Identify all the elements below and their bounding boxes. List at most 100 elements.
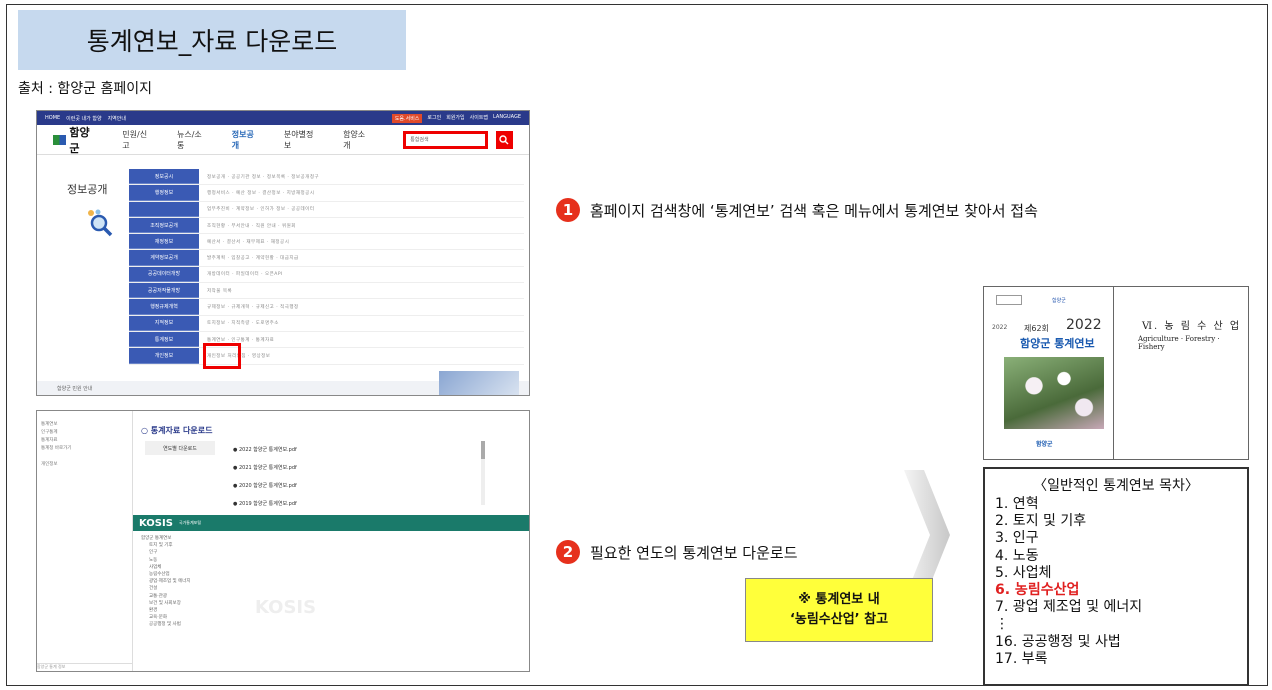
tree-item[interactable]: 교통·관광 [141, 593, 191, 600]
nav-item[interactable]: 민원/신고 [122, 129, 153, 151]
tree-item[interactable]: 건설 [141, 585, 191, 592]
site-logo[interactable]: 함양군 [53, 124, 98, 156]
cover-photo [1004, 357, 1104, 429]
tree-item[interactable]: 교육·문화 [141, 614, 191, 621]
menu-row[interactable]: 정보공시 정보공개 · 공공기관 정보 · 정보목록 · 정보공개청구 [129, 169, 524, 186]
toc-title: 〈일반적인 통계연보 목차〉 [1033, 478, 1199, 494]
cover-year: 2022 [1066, 317, 1102, 333]
left-menu-item[interactable]: 인구통계 [41, 429, 128, 437]
scrollbar[interactable] [481, 441, 485, 505]
cover-vertical-year: 2022 [992, 324, 1008, 331]
note-line-1: ※ 통계연보 내 [798, 592, 880, 607]
kosis-tree: 함양군 통계연보 토지 및 기후 인구 노동 사업체 농림수산업 광업·제조업 … [141, 535, 191, 629]
menu-row[interactable]: 재정정보 예산서 · 결산서 · 재무제표 · 재정공시 [129, 234, 524, 251]
step-number-badge: 2 [556, 540, 580, 564]
step-2: 2 필요한 연도의 통계연보 다운로드 [556, 540, 798, 564]
download-screenshot: 통계연보 인구통계 통계자료 통계청 바로가기 개인정보 ○ 통계자료 다운로드… [36, 410, 530, 672]
left-menu-item[interactable]: 통계청 바로가기 [41, 445, 128, 453]
tree-item[interactable]: 함양군 통계연보 [141, 535, 191, 542]
topbar-link[interactable]: 도움.서비스 [391, 113, 423, 123]
note-line-2: ‘농림수산업’ 참고 [789, 612, 889, 627]
info-menu: 정보공시 정보공개 · 공공기관 정보 · 정보목록 · 정보공개청구 행정정보 행… [129, 169, 524, 365]
toc-item: 2. 토지 및 기후 [995, 513, 1087, 530]
cover-edition: 제62회 [1024, 324, 1049, 333]
topbar-link[interactable]: HOME [45, 115, 60, 121]
homepage-nav: 함양군 민원/신고 뉴스/소통 정보공개 분야별정보 함양소개 통합검색 [37, 125, 529, 155]
banner-image [439, 371, 519, 395]
cover-publisher: 함양군 [1052, 298, 1066, 304]
toc-item: 16. 공공행정 및 사법 [995, 633, 1121, 650]
toc-item: 1. 연혁 [995, 496, 1039, 512]
chapter-page: Ⅵ. 농 림 수 산 업 Agriculture · Forestry · Fi… [1114, 287, 1248, 459]
menu-row[interactable]: 개인정보 개인정보 처리방침 · 영상정보 [129, 348, 524, 365]
left-menu: 통계연보 인구통계 통계자료 통계청 바로가기 개인정보 [37, 411, 133, 671]
menu-row[interactable]: 행정규제개혁 규제정보 · 규제개혁 · 규제신고 · 적극행정 [129, 299, 524, 316]
file-link[interactable]: ● 2020 함양군 통계연보.pdf [233, 477, 297, 495]
menu-row[interactable]: 공공저작물개방 저작물 목록 [129, 283, 524, 300]
tree-item[interactable]: 광업·제조업 및 에너지 [141, 578, 191, 585]
topbar-link[interactable]: 지역안내 [108, 115, 126, 122]
tree-item[interactable]: 공공행정 및 사법 [141, 621, 191, 628]
menu-row[interactable]: 행정정보 행정서비스 · 예산 정보 · 결산정보 · 지방재정공시 [129, 185, 524, 202]
search-input[interactable]: 통합검색 [403, 130, 488, 149]
tree-item[interactable]: 인구 [141, 549, 191, 556]
menu-row[interactable]: 통계정보 통계연보 · 인구통계 · 통계자료 [129, 331, 524, 349]
logo-icon [53, 134, 67, 145]
page-footer: 함양군 통계 정보 [37, 663, 133, 671]
book-cover: 함양군 2022 제62회 2022 함양군 통계연보 함양군 [984, 287, 1114, 459]
cover-title: 함양군 통계연보 [1020, 337, 1095, 350]
tree-item[interactable]: 토지 및 기후 [141, 542, 191, 549]
nav-item-active[interactable]: 정보공개 [232, 129, 260, 151]
file-link[interactable]: ● 2019 함양군 통계연보.pdf [233, 495, 297, 513]
menu-row[interactable]: 지적정보 토지정보 · 지적측량 · 도로명주소 [129, 315, 524, 332]
left-menu-item[interactable]: 개인정보 [41, 461, 128, 469]
tree-item[interactable]: 사업체 [141, 564, 191, 571]
toc-item: 3. 인구 [995, 530, 1039, 547]
topbar-link[interactable]: 사이트맵 [470, 114, 488, 123]
left-menu-item[interactable]: 통계자료 [41, 437, 128, 445]
note-box: ※ 통계연보 내 ‘농림수산업’ 참고 [745, 578, 933, 642]
tree-item[interactable]: 보건 및 사회보장 [141, 600, 191, 607]
homepage-topbar: HOME 이런곳 내가 함양 지역안내 도움.서비스 로그인 회원가입 사이트맵… [37, 111, 529, 125]
statbook-image: 함양군 2022 제62회 2022 함양군 통계연보 함양군 Ⅵ. 농 림 수… [983, 286, 1249, 460]
toc-item: 5. 사업체 [995, 564, 1052, 581]
nav-item[interactable]: 분야별정보 [284, 129, 319, 151]
tree-item[interactable]: 노동 [141, 557, 191, 564]
toc-item: 17. 부록 [995, 650, 1048, 667]
toc-item: ⋮ [995, 616, 1009, 633]
nav-item[interactable]: 함양소개 [343, 129, 371, 151]
statbook-highlight [203, 343, 241, 369]
magnifier-icon [88, 209, 113, 237]
toc-item-highlight: 6. 농림수산업 [995, 582, 1080, 599]
nav-item[interactable]: 뉴스/소통 [177, 129, 208, 151]
cover-bottom-logo: 함양군 [1036, 441, 1053, 448]
file-link[interactable]: ● 2021 함양군 통계연보.pdf [233, 459, 297, 477]
left-menu-item[interactable]: 통계연보 [41, 421, 128, 429]
kosis-watermark: KOSIS [255, 597, 317, 618]
slide-title: 통계연보_자료 다운로드 [18, 10, 406, 70]
topbar-link[interactable]: 이런곳 내가 함양 [66, 115, 101, 122]
tree-item[interactable]: 농림수산업 [141, 571, 191, 578]
chapter-title-en: Agriculture · Forestry · Fishery [1138, 335, 1220, 351]
toc-box: 〈일반적인 통계연보 목차〉 1. 연혁 2. 토지 및 기후 3. 인구 4.… [983, 467, 1249, 686]
menu-row[interactable]: 공공데이터개방 개방데이터 · 파일데이터 · 오픈API [129, 266, 524, 284]
kosis-bar: KOSIS 국가통계포털 [133, 515, 529, 531]
kosis-logo[interactable]: KOSIS [139, 518, 173, 529]
step-1: 1 홈페이지 검색창에 ‘통계연보’ 검색 혹은 메뉴에서 통계연보 찾아서 접… [556, 198, 1038, 222]
file-link[interactable]: ● 2022 함양군 통계연보.pdf [233, 441, 297, 459]
step-number-badge: 1 [556, 198, 580, 222]
toc-item: 4. 노동 [995, 547, 1039, 564]
menu-row[interactable]: 업무추진비 · 계약정보 · 인허가 정보 · 공공데이터 [129, 201, 524, 218]
step-text: 홈페이지 검색창에 ‘통계연보’ 검색 혹은 메뉴에서 통계연보 찾아서 접속 [590, 201, 1038, 220]
topbar-link[interactable]: 로그인 [427, 114, 441, 123]
menu-row[interactable]: 조직정보공개 조직현황 · 부서안내 · 직원 안내 · 위원회 [129, 217, 524, 235]
topbar-link[interactable]: 회원가입 [446, 114, 464, 123]
search-icon[interactable] [495, 130, 513, 149]
tree-item[interactable]: 환경 [141, 607, 191, 614]
file-list: ● 2022 함양군 통계연보.pdf ● 2021 함양군 통계연보.pdf … [233, 441, 297, 513]
side-title: 정보공개 [67, 183, 108, 196]
source-text: 출처 : 함양군 홈페이지 [18, 81, 152, 97]
cover-logo-icon [996, 295, 1022, 305]
menu-row[interactable]: 계약정보공개 발주계획 · 입찰공고 · 계약현황 · 대금지급 [129, 250, 524, 267]
topbar-link[interactable]: LANGUAGE [493, 114, 521, 123]
